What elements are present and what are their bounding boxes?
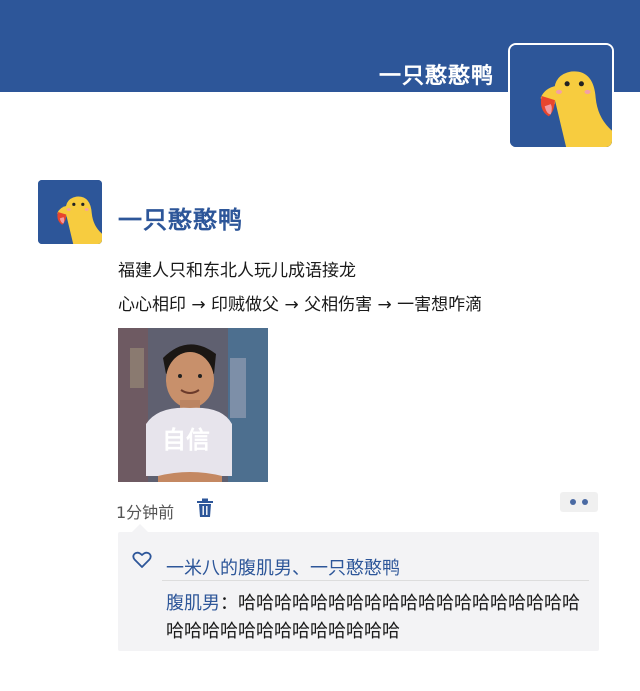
- post-text-line: 福建人只和东北人玩儿成语接龙: [118, 261, 356, 281]
- profile-avatar[interactable]: [508, 43, 614, 149]
- duck-avatar-icon: [38, 180, 102, 244]
- comment-item[interactable]: 腹肌男：哈哈哈哈哈哈哈哈哈哈哈哈哈哈哈哈哈哈哈哈哈哈哈哈哈哈哈哈哈哈哈哈: [166, 590, 586, 646]
- duck-avatar-icon: [510, 45, 612, 147]
- divider: [162, 580, 589, 581]
- more-dots-icon[interactable]: [560, 492, 598, 512]
- comment-author[interactable]: 腹肌男: [166, 593, 220, 614]
- heart-icon: [132, 550, 152, 570]
- comment-panel: 一米八的腹肌男、一只憨憨鸭 腹肌男：哈哈哈哈哈哈哈哈哈哈哈哈哈哈哈哈哈哈哈哈哈哈…: [118, 524, 599, 651]
- meme-photo-icon: [118, 328, 268, 482]
- meme-caption: 自信: [162, 426, 210, 454]
- trash-icon[interactable]: [196, 498, 214, 518]
- comment-separator: ：: [220, 593, 238, 614]
- dot-icon: [582, 499, 588, 505]
- profile-name[interactable]: 一只憨憨鸭: [379, 58, 494, 90]
- post-timestamp: 1分钟前: [116, 503, 175, 522]
- post-author-avatar[interactable]: [38, 180, 102, 244]
- post-text-line: 心心相印 → 印贼做父 → 父相伤害 → 一害想咋滴: [118, 295, 483, 315]
- post-image[interactable]: 自信: [118, 328, 268, 482]
- post-author-name[interactable]: 一只憨憨鸭: [118, 200, 243, 235]
- dot-icon: [570, 499, 576, 505]
- likes-list[interactable]: 一米八的腹肌男、一只憨憨鸭: [166, 554, 400, 580]
- moments-page: 一只憨憨鸭 一只憨憨鸭 福建人只和东北人玩儿成语接龙 心心相印 → 印贼做父 →…: [0, 0, 640, 691]
